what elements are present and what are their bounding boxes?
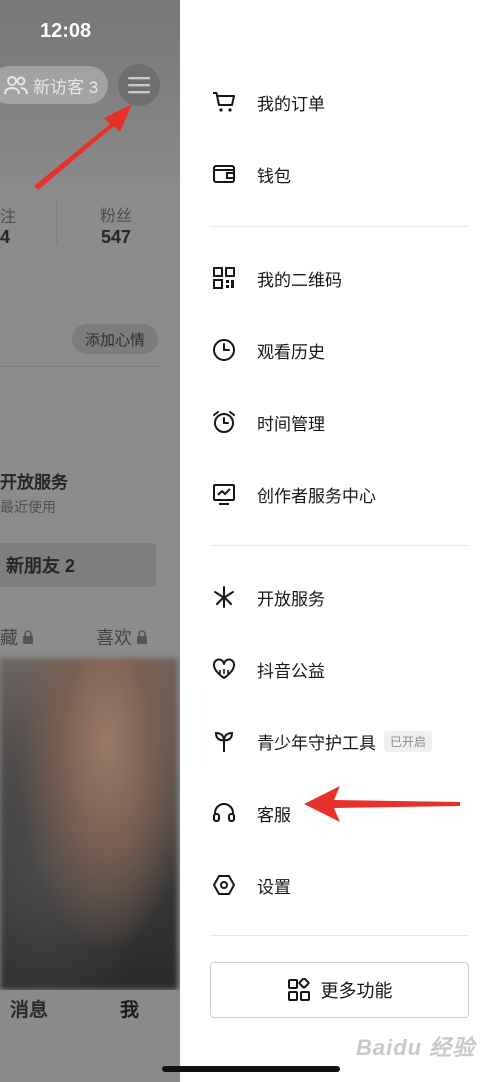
qrcode-icon [210,264,238,292]
divider [210,935,469,936]
lock-icon [137,630,147,644]
alarm-icon [210,408,238,436]
nav-me[interactable]: 我 [120,995,139,1022]
tab-favorites-label: 藏 [0,628,18,648]
wallet-icon [210,160,238,188]
menu-item-label: 时间管理 [257,414,325,434]
menu-item-label: 观看历史 [257,342,325,362]
menu-item-qrcode[interactable]: 我的二维码 [210,258,480,298]
tab-likes[interactable]: 喜欢 [96,624,148,650]
hamburger-icon [128,77,150,94]
people-icon [4,76,28,95]
menu-item-label: 青少年守护工具 [257,733,376,753]
menu-item-label: 创作者服务中心 [257,486,376,506]
divider [210,226,469,227]
cart-icon [210,88,238,116]
grid-apps-icon [287,978,310,1001]
divider [210,545,469,546]
menu-item-label: 抖音公益 [257,661,325,681]
open-service-title[interactable]: 开放服务 [0,468,68,493]
menu-item-charity[interactable]: 抖音公益 [210,649,480,689]
menu-item-time-management[interactable]: 时间管理 [210,402,480,442]
sprout-icon [210,727,238,755]
more-features-button[interactable]: 更多功能 [210,962,469,1018]
followers-label: 粉丝 [100,208,133,225]
menu-item-label: 开放服务 [257,589,325,609]
menu-item-wallet[interactable]: 钱包 [210,154,480,194]
following-count[interactable]: 4 [0,227,10,248]
menu-item-settings[interactable]: 设置 [210,865,480,905]
tab-favorites[interactable]: 藏 [0,624,34,650]
menu-item-youth-protection[interactable]: 青少年守护工具 已开启 [210,721,480,761]
divider [0,366,160,367]
side-drawer: 我的订单 钱包 我的二维码 观看历史 时间管理 创作者服务中心 开放服务 抖音公… [180,0,500,1082]
status-badge: 已开启 [384,730,433,752]
lock-icon [23,630,33,644]
asterisk-icon [210,583,238,611]
tab-likes-label: 喜欢 [96,628,132,648]
watermark-logo: Baidu 经验 [356,1035,476,1060]
followers-count[interactable]: 547 [101,227,131,248]
open-service-subtitle: 最近使用 [0,499,56,515]
status-time: 12:08 [40,20,92,42]
menu-item-label: 设置 [257,877,291,897]
home-indicator[interactable] [162,1066,340,1072]
hexagon-settings-icon [210,871,238,899]
new-friends-button[interactable]: 新朋友 2 [0,543,156,587]
menu-item-history[interactable]: 观看历史 [210,330,480,370]
menu-item-label: 钱包 [257,166,291,186]
new-visitor-label: 新访客 3 [33,77,99,97]
menu-item-label: 客服 [257,805,291,825]
menu-item-orders[interactable]: 我的订单 [210,82,480,122]
clock-icon [210,336,238,364]
following-label: 注 [0,209,17,226]
nav-messages[interactable]: 消息 [10,995,48,1022]
menu-item-label: 我的二维码 [257,270,342,290]
stat-divider [56,200,57,244]
chart-monitor-icon [210,480,238,508]
headset-icon [210,799,238,827]
annotation-arrow-menu [34,104,132,190]
menu-item-label: 我的订单 [257,94,325,114]
more-features-label: 更多功能 [320,981,393,1001]
add-mood-button[interactable]: 添加心情 [72,324,158,354]
menu-item-creator-center[interactable]: 创作者服务中心 [210,474,480,514]
annotation-arrow-service [304,786,460,822]
blurred-video-thumbnail[interactable] [0,658,178,990]
heart-icon [210,655,238,683]
menu-item-open-service[interactable]: 开放服务 [210,577,480,617]
